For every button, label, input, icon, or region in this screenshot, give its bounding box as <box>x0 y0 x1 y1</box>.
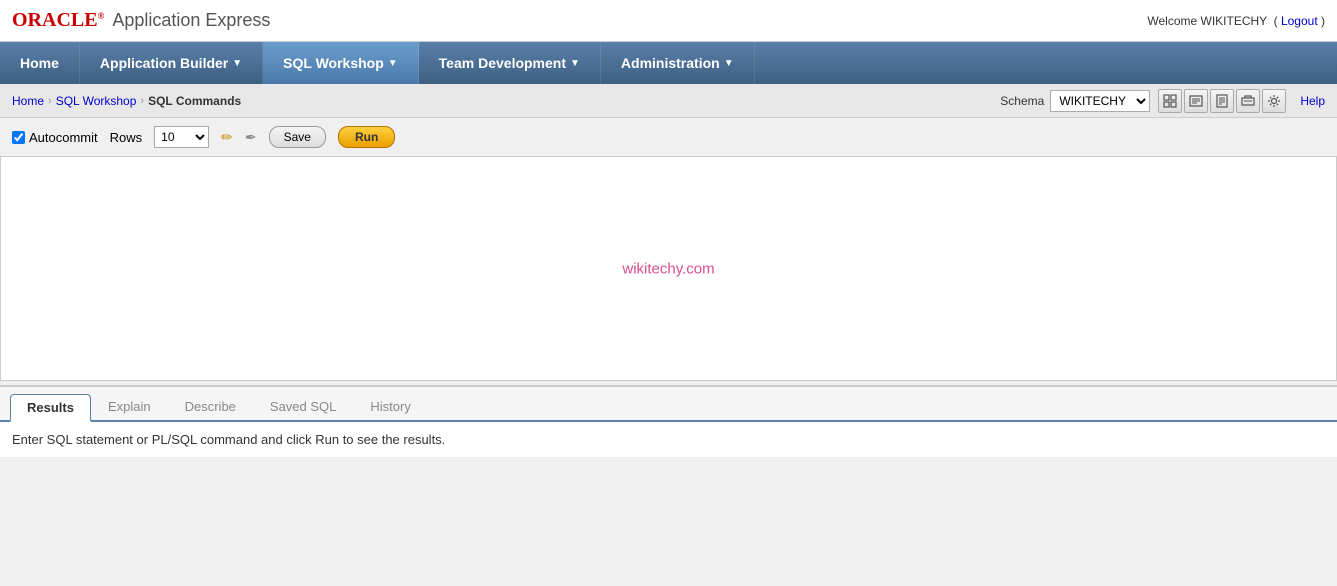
sql-textarea[interactable] <box>1 157 1336 377</box>
breadcrumb: Home › SQL Workshop › SQL Commands <box>12 94 241 108</box>
breadcrumb-sep-1: › <box>48 95 52 107</box>
save-button[interactable]: Save <box>269 126 326 148</box>
nav-sql-workshop-label: SQL Workshop <box>283 55 384 71</box>
rows-label: Rows <box>110 130 143 145</box>
logo-area: ORACLE® Application Express <box>12 9 270 32</box>
breadcrumb-bar: Home › SQL Workshop › SQL Commands Schem… <box>0 84 1337 118</box>
tab-saved-sql[interactable]: Saved SQL <box>253 393 354 420</box>
nav-application-builder[interactable]: Application Builder ▼ <box>80 42 263 84</box>
autocommit-checkbox[interactable] <box>12 131 25 144</box>
tab-explain[interactable]: Explain <box>91 393 168 420</box>
tab-describe[interactable]: Describe <box>168 393 253 420</box>
toolbar-icon-1[interactable] <box>1158 89 1182 113</box>
nav-administration-arrow: ▼ <box>724 58 734 69</box>
nav-team-development-arrow: ▼ <box>570 58 580 69</box>
oracle-logo: ORACLE® <box>12 9 104 32</box>
results-empty-message: Enter SQL statement or PL/SQL command an… <box>12 432 445 447</box>
nav-sql-workshop[interactable]: SQL Workshop ▼ <box>263 42 419 84</box>
nav-team-development-label: Team Development <box>439 55 566 71</box>
nav-application-builder-arrow: ▼ <box>232 58 242 69</box>
sql-toolbar: Autocommit Rows 10 25 50 100 200 ✏ ✒ Sav… <box>0 118 1337 157</box>
rows-select[interactable]: 10 25 50 100 200 <box>154 126 209 148</box>
clear-icon[interactable]: ✒ <box>245 129 257 146</box>
logout-link[interactable]: Logout <box>1281 14 1318 28</box>
autocommit-label: Autocommit <box>29 130 98 145</box>
tab-history[interactable]: History <box>353 393 427 420</box>
toolbar-icon-2[interactable] <box>1184 89 1208 113</box>
schema-select[interactable]: WIKITECHY <box>1050 90 1150 112</box>
edit-icon[interactable]: ✏ <box>221 129 233 146</box>
nav-sql-workshop-arrow: ▼ <box>388 58 398 69</box>
results-content: Enter SQL statement or PL/SQL command an… <box>0 422 1337 457</box>
results-area: Results Explain Describe Saved SQL Histo… <box>0 385 1337 457</box>
toolbar-icon-5[interactable] <box>1262 89 1286 113</box>
breadcrumb-sql-workshop[interactable]: SQL Workshop <box>56 94 137 108</box>
breadcrumb-sep-2: › <box>140 95 144 107</box>
app-express-title: Application Express <box>112 10 270 31</box>
sql-editor-area: wikitechy.com <box>0 157 1337 381</box>
toolbar-icon-3[interactable] <box>1210 89 1234 113</box>
top-bar: ORACLE® Application Express Welcome WIKI… <box>0 0 1337 42</box>
breadcrumb-home[interactable]: Home <box>12 94 44 108</box>
run-button[interactable]: Run <box>338 126 395 148</box>
nav-home-label: Home <box>20 55 59 71</box>
autocommit-area: Autocommit <box>12 130 98 145</box>
nav-team-development[interactable]: Team Development ▼ <box>419 42 601 84</box>
nav-administration-label: Administration <box>621 55 720 71</box>
schema-label: Schema <box>1000 94 1044 108</box>
welcome-text: Welcome WIKITECHY <box>1147 14 1267 28</box>
schema-area: Schema WIKITECHY <box>1000 90 1150 112</box>
breadcrumb-current: SQL Commands <box>148 94 241 108</box>
nav-administration[interactable]: Administration ▼ <box>601 42 755 84</box>
right-header: Schema WIKITECHY Help <box>1000 89 1325 113</box>
toolbar-icon-4[interactable] <box>1236 89 1260 113</box>
nav-application-builder-label: Application Builder <box>100 55 228 71</box>
toolbar-icons <box>1158 89 1286 113</box>
user-area: Welcome WIKITECHY ( Logout ) <box>1147 14 1325 28</box>
nav-home[interactable]: Home <box>0 42 80 84</box>
help-link[interactable]: Help <box>1300 94 1325 108</box>
tab-results[interactable]: Results <box>10 394 91 422</box>
nav-bar: Home Application Builder ▼ SQL Workshop … <box>0 42 1337 84</box>
results-tabs: Results Explain Describe Saved SQL Histo… <box>0 387 1337 422</box>
